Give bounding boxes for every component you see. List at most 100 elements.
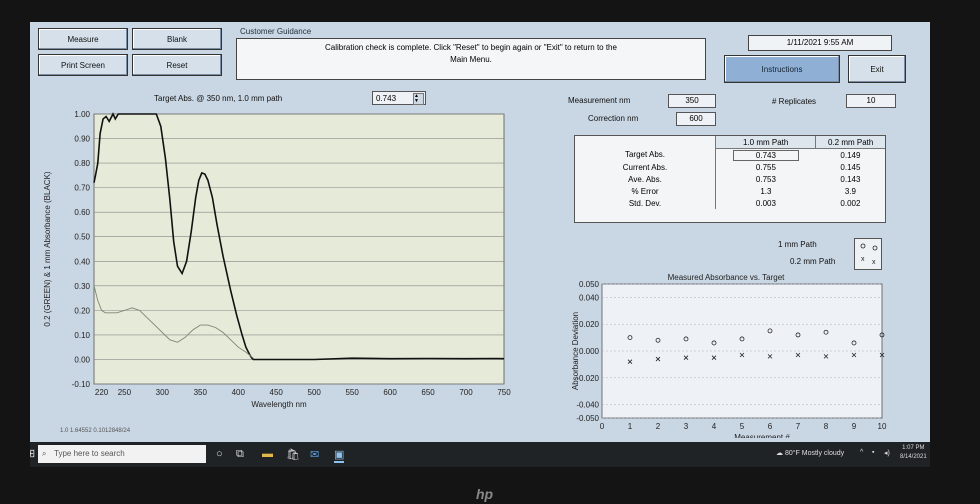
stats-cell: 0.753 (755, 174, 776, 184)
stats-header-02mm: 0.2 mm Path (815, 136, 885, 149)
y-tick-label: -0.040 (576, 401, 599, 410)
y-tick-label: 0.050 (579, 280, 600, 289)
y-tick-label: -0.10 (72, 380, 91, 389)
x-tick-label: 400 (232, 388, 246, 397)
target-abs-value: 0.743 (376, 94, 397, 103)
stats-cell: 0.149 (840, 150, 861, 160)
y-tick-label: 0.70 (74, 184, 90, 193)
stats-cell: 1.3 (760, 186, 772, 196)
y-tick-label: 0.00 (74, 355, 90, 364)
app-active-icon[interactable]: ▣ (334, 448, 345, 463)
instructions-button[interactable]: Instructions (724, 55, 840, 83)
stats-row-average: Ave. Abs. 0.753 0.143 (575, 173, 885, 185)
x-tick-label: 2 (656, 422, 661, 431)
chart-title: Measured Absorbance vs. Target (668, 273, 786, 282)
measurement-nm-label: Measurement nm (568, 96, 631, 105)
stats-cell: 3.9 (844, 186, 856, 196)
absorbance-spectrum-chart: -0.10 0.00 0.10 0.20 0.30 0.40 0.50 0.60 0.70 0.8… (43, 110, 511, 409)
x-tick-label: 10 (878, 422, 887, 431)
y-tick-label: 0.80 (74, 159, 90, 168)
x-axis-label: Wavelength nm (251, 400, 307, 409)
x-tick-label: 8 (824, 422, 829, 431)
x-tick-label: 300 (156, 388, 170, 397)
x-tick-label: 7 (796, 422, 801, 431)
volume-icon[interactable]: ◂) (884, 449, 890, 457)
x-tick-label: 0 (600, 422, 605, 431)
measurement-nm-value: 350 (668, 94, 716, 108)
file-explorer-icon[interactable]: ▬ (262, 448, 273, 460)
correction-nm-label: Correction nm (588, 114, 639, 123)
y-tick-label: 0.30 (74, 282, 90, 291)
y-tick-label: 0.20 (74, 306, 90, 315)
clock-date: 8/14/2021 (900, 454, 927, 460)
target-abs-label: Target Abs. @ 350 nm, 1.0 mm path (154, 94, 283, 103)
x-tick-label: 3 (684, 422, 689, 431)
blank-button[interactable]: Blank (132, 28, 222, 50)
windows-taskbar: ⊞ ⌕ Type here to search ○ ⧉ ▬ 🛍 ✉ ▣ ☁ 80… (30, 442, 930, 467)
stats-row-label: Std. Dev. (575, 197, 716, 209)
x-tick-label: 9 (852, 422, 857, 431)
stats-cell: 0.003 (755, 198, 776, 208)
x-tick-label: 350 (194, 388, 208, 397)
y-axis-label: 0.2 (GREEN) & 1 mm Absorbance (BLACK) (43, 171, 52, 327)
weather-status[interactable]: ☁ 80°F Mostly cloudy (776, 449, 844, 457)
stats-row-label: Ave. Abs. (575, 173, 716, 185)
svg-text:x: x (861, 256, 865, 263)
stats-row-current: Current Abs. 0.755 0.145 (575, 161, 885, 173)
measure-button[interactable]: Measure (38, 28, 128, 50)
x-tick-label: 220 (95, 388, 109, 397)
svg-text:x: x (872, 259, 876, 266)
y-axis-label: Absorbance Deviation (571, 312, 580, 390)
app-window: Measure Blank Print Screen Reset Custome… (30, 22, 930, 467)
mail-icon[interactable]: ✉ (310, 448, 319, 461)
task-view-icon[interactable]: ⧉ (236, 448, 244, 461)
x-tick-label: 4 (712, 422, 717, 431)
x-tick-label: 450 (270, 388, 284, 397)
reset-button[interactable]: Reset (132, 54, 222, 76)
spinner-icon[interactable]: ▲ ▼ (413, 93, 424, 105)
chevron-up-icon[interactable]: ^ (860, 449, 863, 456)
y-tick-label: 0.40 (74, 257, 90, 266)
print-screen-button[interactable]: Print Screen (38, 54, 128, 76)
x-tick-label: 600 (383, 388, 397, 397)
x-tick-label: 650 (421, 388, 435, 397)
y-tick-label: -0.050 (576, 414, 599, 423)
guidance-message: Calibration check is complete. Click "Re… (236, 38, 706, 80)
windows-start-icon[interactable]: ⊞ (30, 447, 35, 460)
x-tick-label: 750 (497, 388, 511, 397)
guidance-title: Customer Guidance (240, 27, 312, 36)
guidance-line-2: Main Menu. (450, 55, 492, 64)
replicates-value: 10 (846, 94, 896, 108)
x-tick-label: 500 (308, 388, 322, 397)
x-tick-label: 5 (740, 422, 745, 431)
target-abs-input[interactable]: 0.743 ▲ ▼ (372, 91, 426, 105)
y-tick-label: 0.90 (74, 135, 90, 144)
stats-row-stddev: Std. Dev. 0.003 0.002 (575, 197, 885, 209)
stats-header-1mm: 1.0 mm Path (715, 136, 816, 149)
x-tick-label: 250 (118, 388, 132, 397)
cortana-icon[interactable]: ○ (216, 448, 223, 460)
stats-cell: 0.143 (840, 174, 861, 184)
guidance-line-1: Calibration check is complete. Click "Re… (325, 43, 617, 52)
x-tick-label: 1 (628, 422, 633, 431)
deviation-scatter-chart: Measured Absorbance vs. Target -0.050 -0.0… (571, 273, 887, 438)
plot-area (93, 113, 505, 385)
legend-02mm-label: 0.2 mm Path (790, 257, 836, 266)
y-tick-label: 0.60 (74, 208, 90, 217)
exit-button[interactable]: Exit (848, 55, 906, 83)
network-icon[interactable]: ▪ (872, 449, 874, 456)
clock[interactable]: 1:07 PM 8/14/2021 (900, 444, 927, 462)
legend-marker-icon: x x (860, 243, 878, 266)
search-icon: ⌕ (42, 449, 47, 458)
store-icon[interactable]: 🛍 (286, 448, 300, 461)
y-tick-label: 1.00 (74, 110, 90, 119)
taskbar-search-input[interactable]: ⌕ Type here to search (38, 445, 206, 463)
stats-header-label (575, 136, 716, 149)
y-tick-label: 0.020 (579, 320, 600, 329)
correction-nm-value: 600 (676, 112, 716, 126)
replicates-label: # Replicates (772, 97, 817, 106)
stats-cell: 0.743 (716, 149, 816, 162)
cloud-icon: ☁ (776, 450, 783, 457)
weather-text: 80°F Mostly cloudy (784, 450, 845, 457)
x-axis-label: Measurement # (734, 433, 790, 438)
